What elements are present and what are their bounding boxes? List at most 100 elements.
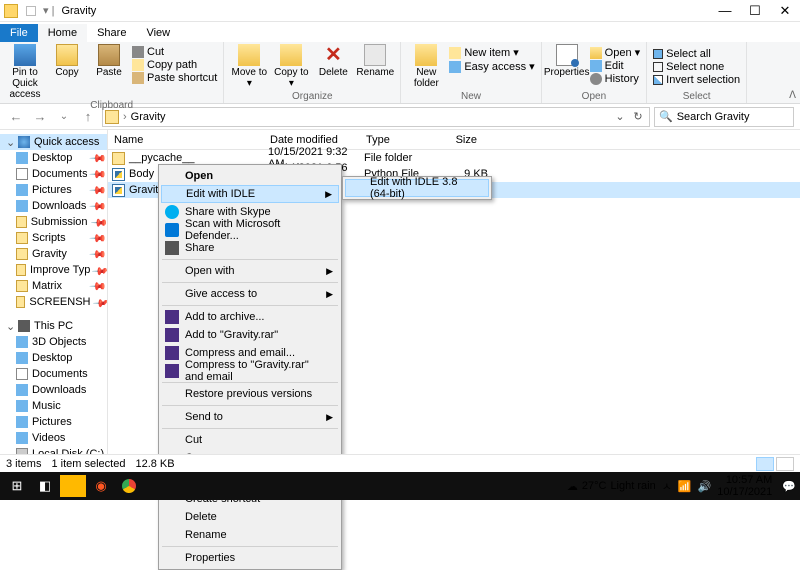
rename-button[interactable]: Rename [356,44,394,78]
submenu-idle-38[interactable]: Edit with IDLE 3.8 (64-bit) [345,179,489,197]
view-large-button[interactable] [776,457,794,471]
clock[interactable]: 10:57 AM10/17/2021 [717,474,776,498]
minimize-button[interactable]: — [710,0,740,22]
tab-file[interactable]: File [0,24,38,42]
ctx-openwith[interactable]: Open with▶ [161,262,339,280]
easyaccess-button[interactable]: Easy access ▾ [449,60,534,73]
nav-item[interactable]: Improve Typing📌 [0,262,107,278]
close-button[interactable]: ✕ [770,0,800,22]
cut-button[interactable]: Cut [132,46,217,58]
weather-widget[interactable]: ☁ 27°C Light rain [567,480,656,493]
explorer-taskbar-icon[interactable] [60,475,86,497]
copy-button[interactable]: Copy [48,44,86,78]
tray-expand[interactable]: ㅅ [662,478,672,494]
titlebar: ▾ | Gravity — ☐ ✕ [0,0,800,22]
qat-icon[interactable] [26,6,36,16]
nav-item[interactable]: Music [0,398,107,414]
pin-icon: 📌 [89,197,108,216]
pin-quickaccess-button[interactable]: Pin to Quick access [6,44,44,100]
col-date[interactable]: Date modified [264,134,360,146]
nav-item[interactable]: Videos [0,430,107,446]
nav-item[interactable]: Submission P📌 [0,214,107,230]
selectall-button[interactable]: Select all [653,48,740,60]
wifi-icon[interactable]: 📶 [678,480,692,493]
nav-item[interactable]: Downloads [0,382,107,398]
nav-thispc[interactable]: ⌄This PC [0,318,107,334]
folder-icon [4,4,18,18]
delete-button[interactable]: ✕Delete [314,44,352,78]
taskview-button[interactable]: ◧ [32,475,58,497]
col-name[interactable]: Name [108,134,264,146]
moveto-button[interactable]: Move to ▾ [230,44,268,89]
weather-icon: ☁ [567,480,578,493]
open-button[interactable]: Open ▾ [590,46,641,59]
ctx-addrar[interactable]: Add to "Gravity.rar" [161,326,339,344]
ctx-delete[interactable]: Delete [161,508,339,526]
address-dropdown[interactable]: ⌄ [611,110,629,123]
history-button[interactable]: History [590,73,641,85]
notifications-icon[interactable]: 💬 [782,480,796,493]
invertselection-button[interactable]: Invert selection [653,74,740,86]
ctx-compressrar[interactable]: Compress to "Gravity.rar" and email [161,362,339,380]
app-taskbar-icon[interactable]: ◉ [88,475,114,497]
refresh-button[interactable]: ↻ [629,110,647,123]
nav-item[interactable]: Desktop📌 [0,150,107,166]
collapse-ribbon-button[interactable]: ᐱ [789,90,796,101]
nav-item[interactable]: 3D Objects [0,334,107,350]
edit-icon [590,60,602,72]
nav-quickaccess[interactable]: ⌄Quick access [0,134,107,150]
nav-icon [16,216,27,228]
maximize-button[interactable]: ☐ [740,0,770,22]
nav-item[interactable]: Desktop [0,350,107,366]
ctx-sendto[interactable]: Send to▶ [161,408,339,426]
ctx-edit-idle[interactable]: Edit with IDLE▶ [161,185,339,203]
search-input[interactable]: 🔍 Search Gravity [654,107,794,127]
tab-view[interactable]: View [136,24,180,42]
nav-item[interactable]: Documents [0,366,107,382]
ctx-open[interactable]: Open [161,167,339,185]
chrome-taskbar-icon[interactable] [116,475,142,497]
selectnone-button[interactable]: Select none [653,61,740,73]
sound-icon[interactable]: 🔊 [698,480,712,493]
ctx-defender[interactable]: Scan with Microsoft Defender... [161,221,339,239]
pin-icon: 📌 [91,262,108,279]
nav-icon [16,264,26,276]
ctx-addarchive[interactable]: Add to archive... [161,308,339,326]
ctx-properties[interactable]: Properties [161,549,339,567]
rar-icon [165,310,179,324]
invert-icon [653,75,663,85]
weather-cond: Light rain [610,480,655,492]
nav-item[interactable]: Gravity📌 [0,246,107,262]
breadcrumb-folder[interactable]: Gravity [131,111,166,123]
copyto-button[interactable]: Copy to ▾ [272,44,310,89]
properties-button[interactable]: Properties [548,44,586,78]
paste-shortcut-button[interactable]: Paste shortcut [132,72,217,84]
paste-button[interactable]: Paste [90,44,128,78]
ctx-rename[interactable]: Rename [161,526,339,544]
nav-item[interactable]: Pictures📌 [0,182,107,198]
nav-item[interactable]: Scripts📌 [0,230,107,246]
col-size[interactable]: Size [432,134,484,146]
nav-icon [16,432,28,444]
rar-icon [165,364,179,378]
nav-pane[interactable]: ⌄Quick access Desktop📌Documents📌Pictures… [0,130,108,467]
nav-item[interactable]: Matrix📌 [0,278,107,294]
qat-dropdown[interactable]: ▾ | [40,4,57,17]
nav-item[interactable]: Documents📌 [0,166,107,182]
nav-item[interactable]: Pictures [0,414,107,430]
col-type[interactable]: Type [360,134,432,146]
ctx-restore[interactable]: Restore previous versions [161,385,339,403]
newitem-button[interactable]: New item ▾ [449,46,534,59]
tab-home[interactable]: Home [38,24,87,42]
nav-item[interactable]: Downloads📌 [0,198,107,214]
newfolder-button[interactable]: New folder [407,44,445,89]
view-details-button[interactable] [756,457,774,471]
nav-item[interactable]: SCREENSHOTS📌 [0,294,107,310]
ctx-giveaccess[interactable]: Give access to▶ [161,285,339,303]
ctx-cut[interactable]: Cut [161,431,339,449]
ctx-share[interactable]: Share [161,239,339,257]
edit-button[interactable]: Edit [590,60,641,72]
start-button[interactable]: ⊞ [4,475,30,497]
tab-share[interactable]: Share [87,24,136,42]
copypath-button[interactable]: Copy path [132,59,217,71]
